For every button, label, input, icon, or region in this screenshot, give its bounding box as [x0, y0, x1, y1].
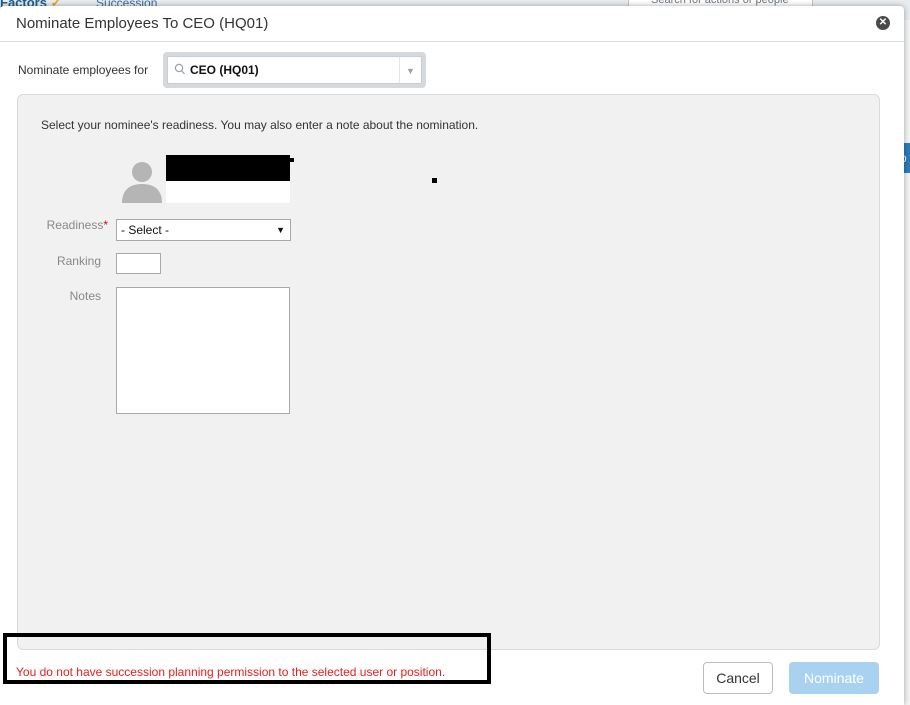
readiness-select[interactable]: - Select - ▼: [116, 219, 291, 241]
dialog-title: Nominate Employees To CEO (HQ01): [16, 15, 269, 32]
nominee-name-card: [166, 155, 294, 203]
notes-textarea[interactable]: [116, 287, 290, 414]
avatar-placeholder-icon: [118, 155, 166, 203]
redaction-mark: [432, 178, 437, 183]
redaction-mark: [290, 158, 294, 162]
position-combobox[interactable]: CEO (HQ01) ▼: [167, 56, 422, 84]
nominate-button[interactable]: Nominate: [789, 662, 879, 694]
chevron-down-icon[interactable]: ▼: [399, 57, 421, 83]
ranking-input[interactable]: [116, 253, 161, 274]
nominate-for-label: Nominate employees for: [18, 63, 149, 77]
ranking-label: Ranking: [56, 254, 101, 268]
cancel-button[interactable]: Cancel: [703, 662, 773, 694]
highlight-box: [3, 633, 491, 684]
dialog-header: Nominate Employees To CEO (HQ01) ✕: [0, 6, 904, 42]
search-icon: [174, 63, 185, 75]
nomination-panel: Select your nominee's readiness. You may…: [17, 94, 880, 650]
close-icon[interactable]: ✕: [876, 16, 890, 30]
dropdown-arrow-icon: ▼: [276, 225, 285, 235]
readiness-selected-value: - Select -: [121, 223, 170, 237]
position-value: CEO (HQ01): [190, 63, 259, 77]
background-panel: [904, 20, 910, 705]
position-combobox-wrapper: CEO (HQ01) ▼: [163, 52, 426, 88]
readiness-label: Readiness*: [46, 218, 108, 232]
nominate-dialog: Nominate Employees To CEO (HQ01) ✕ Nomin…: [0, 6, 904, 705]
instructions-text: Select your nominee's readiness. You may…: [41, 118, 479, 132]
notes-label: Notes: [69, 289, 101, 303]
redacted-name: [166, 155, 290, 181]
